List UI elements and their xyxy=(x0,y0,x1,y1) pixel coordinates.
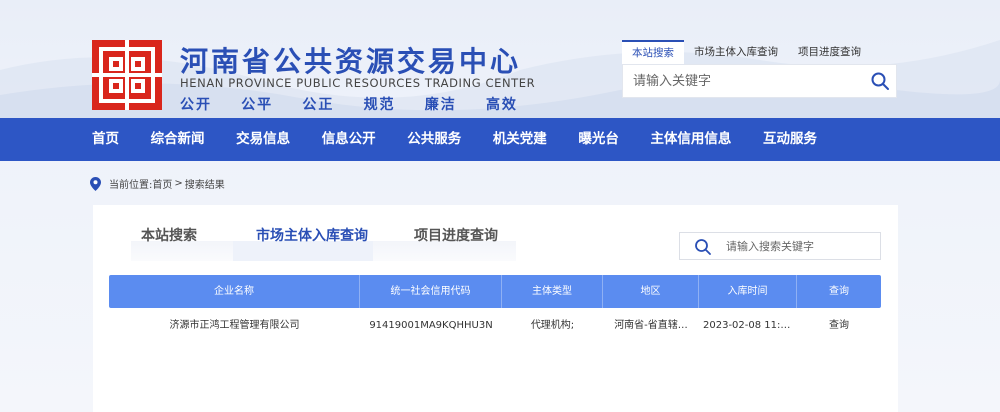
logo-icon xyxy=(92,40,162,110)
cell-region: 河南省-省直辖… xyxy=(614,320,688,331)
top-search-input[interactable] xyxy=(623,65,853,97)
col-region: 地区 xyxy=(603,275,699,308)
nav-item-news[interactable]: 综合新闻 xyxy=(151,118,205,161)
nav-item-credit[interactable]: 主体信用信息 xyxy=(650,118,731,161)
location-pin-icon xyxy=(90,176,101,191)
cell-credit-code: 91419001MA9KQHHU3N xyxy=(369,320,493,331)
search-panel: 本站搜索 市场主体入库查询 项目进度查询 企业名称 统一社会信用代码 主体类型 … xyxy=(93,205,898,412)
col-entity-type: 主体类型 xyxy=(502,275,603,308)
panel-search-box xyxy=(679,232,881,260)
main-nav: 首页 综合新闻 交易信息 信息公开 公共服务 机关党建 曝光台 主体信用信息 互… xyxy=(0,118,1000,161)
nav-item-interaction[interactable]: 互动服务 xyxy=(763,118,817,161)
col-company-name: 企业名称 xyxy=(109,275,360,308)
slogan-word: 规范 xyxy=(363,97,396,113)
slogan-word: 高效 xyxy=(485,97,518,113)
slogan-word: 公开 xyxy=(180,97,212,113)
top-tab-site-search[interactable]: 本站搜索 xyxy=(622,40,684,64)
nav-item-party[interactable]: 机关党建 xyxy=(493,118,547,161)
top-search-tabs: 本站搜索 市场主体入库查询 项目进度查询 xyxy=(622,40,871,64)
cell-entity-type: 代理机构; xyxy=(530,320,575,331)
col-query: 查询 xyxy=(829,286,849,297)
table-header: 企业名称 统一社会信用代码 主体类型 地区 入库时间 查询 xyxy=(109,275,881,308)
table-row: 济源市正鸿工程管理有限公司 91419001MA9KQHHU3N 代理机构; 河… xyxy=(109,308,881,344)
slogan-word: 公平 xyxy=(241,97,274,113)
nav-item-exposure[interactable]: 曝光台 xyxy=(578,118,619,161)
query-link[interactable]: 查询 xyxy=(797,308,881,344)
slogan-word: 廉洁 xyxy=(424,97,457,113)
top-tab-project-progress[interactable]: 项目进度查询 xyxy=(788,40,871,64)
nav-item-home[interactable]: 首页 xyxy=(92,118,119,161)
col-credit-code: 统一社会信用代码 xyxy=(360,275,502,308)
breadcrumb-prefix: 当前位置: xyxy=(109,180,153,191)
site-header: 河南省公共资源交易中心 HENAN PROVINCE PUBLIC RESOUR… xyxy=(0,0,1000,118)
results-table: 企业名称 统一社会信用代码 主体类型 地区 入库时间 查询 济源市正鸿工程管理有… xyxy=(109,275,881,344)
site-subtitle: HENAN PROVINCE PUBLIC RESOURCES TRADING … xyxy=(180,76,536,90)
breadcrumb-home[interactable]: 首页 xyxy=(152,176,172,191)
search-icon[interactable] xyxy=(870,71,890,91)
tab-site-search[interactable]: 本站搜索 xyxy=(141,225,197,245)
top-search-box xyxy=(622,64,897,98)
breadcrumb: 当前位置: 首页 > 搜索结果 xyxy=(90,176,225,191)
col-entry-time: 入库时间 xyxy=(699,275,797,308)
nav-item-trade-info[interactable]: 交易信息 xyxy=(236,118,290,161)
slogan-word: 公正 xyxy=(302,97,335,113)
breadcrumb-separator: > xyxy=(174,178,183,189)
tab-market-entity[interactable]: 市场主体入库查询 xyxy=(256,225,368,245)
breadcrumb-current[interactable]: 搜索结果 xyxy=(185,176,225,191)
panel-search-input[interactable] xyxy=(726,233,876,259)
cell-entry-time: 2023-02-08 11:4… xyxy=(703,320,797,331)
tab-project-progress[interactable]: 项目进度查询 xyxy=(414,225,498,245)
search-icon[interactable] xyxy=(694,238,712,256)
top-tab-market-entity[interactable]: 市场主体入库查询 xyxy=(684,40,788,64)
cell-company-name: 济源市正鸿工程管理有限公司 xyxy=(169,320,300,331)
site-slogan: 公开 公平 公正 规范 廉洁 高效 xyxy=(180,94,518,114)
site-title: 河南省公共资源交易中心 xyxy=(180,45,522,78)
nav-item-disclosure[interactable]: 信息公开 xyxy=(322,118,376,161)
nav-item-public-service[interactable]: 公共服务 xyxy=(407,118,461,161)
